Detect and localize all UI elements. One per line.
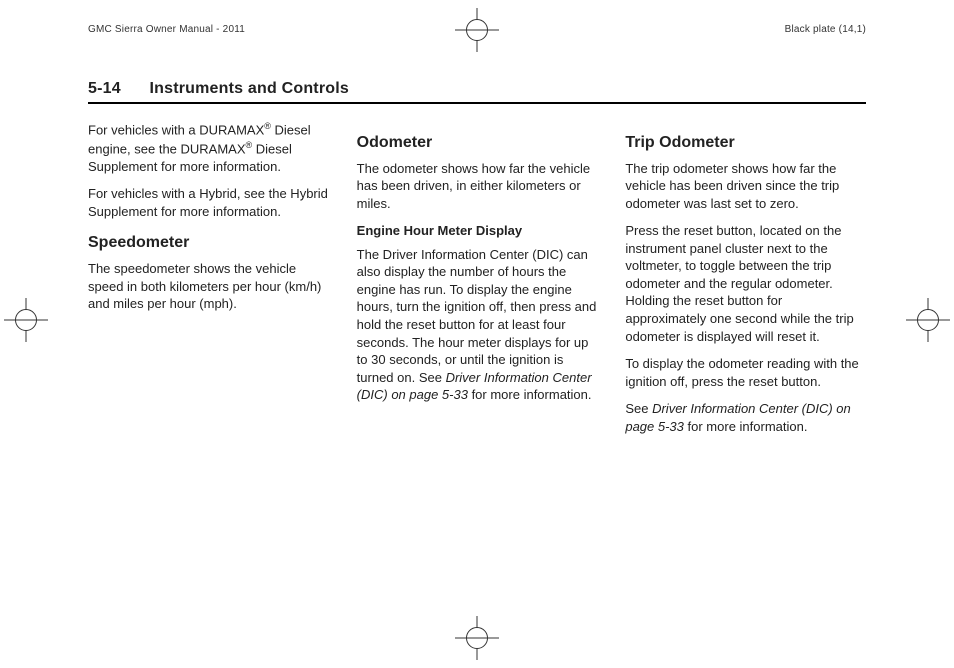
header-rule bbox=[88, 102, 866, 104]
hybrid-note: For vehicles with a Hybrid, see the Hybr… bbox=[88, 185, 329, 220]
trip-odometer-p1: The trip odometer shows how far the vehi… bbox=[625, 160, 866, 213]
trip-odometer-p4: See Driver Information Center (DIC) on p… bbox=[625, 400, 866, 435]
heading-speedometer: Speedometer bbox=[88, 232, 329, 254]
column-1: For vehicles with a DURAMAX® Diesel engi… bbox=[88, 120, 329, 445]
column-3: Trip Odometer The trip odometer shows ho… bbox=[625, 120, 866, 445]
section-title: Instruments and Controls bbox=[149, 80, 348, 97]
heading-trip-odometer: Trip Odometer bbox=[625, 132, 866, 154]
trip-odometer-p3: To display the odometer reading with the… bbox=[625, 355, 866, 390]
odometer-text: The odometer shows how far the vehicle h… bbox=[357, 160, 598, 213]
manual-title: GMC Sierra Owner Manual - 2011 bbox=[88, 24, 245, 35]
registration-mark-left bbox=[4, 298, 48, 342]
registration-mark-top bbox=[455, 8, 499, 52]
heading-engine-hour: Engine Hour Meter Display bbox=[357, 222, 598, 240]
section-header: 5-14 Instruments and Controls bbox=[88, 80, 866, 98]
engine-hour-text: The Driver Information Center (DIC) can … bbox=[357, 246, 598, 404]
duramax-note: For vehicles with a DURAMAX® Diesel engi… bbox=[88, 120, 329, 175]
registration-mark-right bbox=[906, 298, 950, 342]
column-2: Odometer The odometer shows how far the … bbox=[357, 120, 598, 445]
page-body: 5-14 Instruments and Controls For vehicl… bbox=[88, 80, 866, 628]
speedometer-text: The speedometer shows the vehicle speed … bbox=[88, 260, 329, 313]
heading-odometer: Odometer bbox=[357, 132, 598, 154]
section-number: 5-14 bbox=[88, 80, 121, 97]
plate-info: Black plate (14,1) bbox=[785, 24, 866, 35]
columns: For vehicles with a DURAMAX® Diesel engi… bbox=[88, 120, 866, 445]
trip-odometer-p2: Press the reset button, located on the i… bbox=[625, 222, 866, 345]
